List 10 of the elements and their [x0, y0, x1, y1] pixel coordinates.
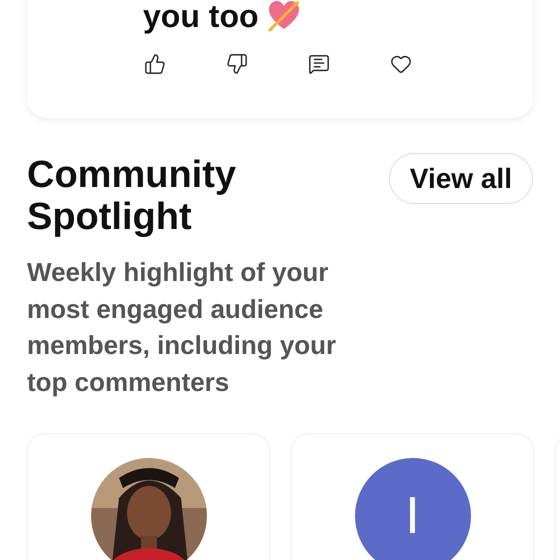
- section-description: Weekly highlight of your most engaged audience members, including your top commenters: [27, 256, 338, 398]
- thumbs-up-icon[interactable]: [143, 52, 167, 76]
- thumbs-down-icon[interactable]: [225, 52, 249, 76]
- member-card[interactable]: I: [291, 433, 534, 560]
- comment-icon[interactable]: [307, 52, 331, 76]
- view-all-button[interactable]: View all: [388, 153, 533, 204]
- post-text: you too: [143, 0, 259, 36]
- avatar: I: [354, 458, 470, 560]
- heart-arrow-icon: [266, 0, 301, 33]
- section-title: Community Spotlight: [27, 154, 237, 238]
